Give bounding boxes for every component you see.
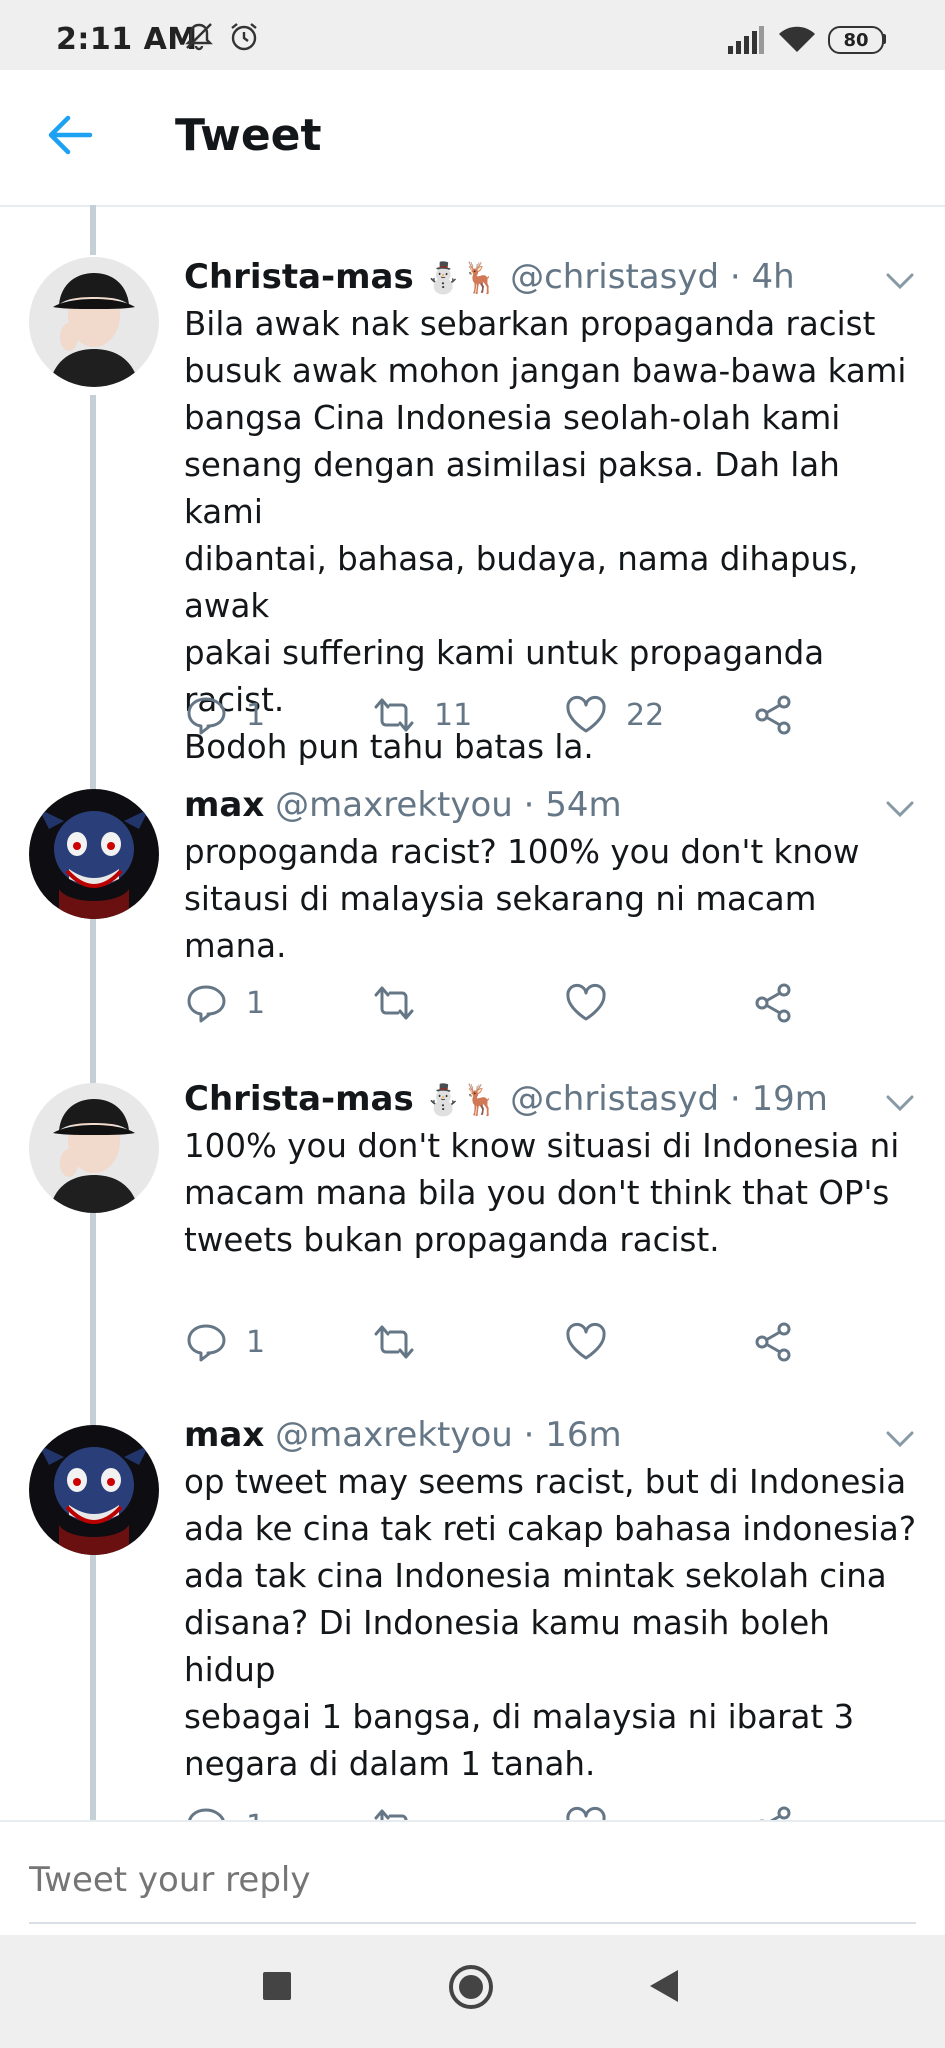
- silent-mode-icon: [185, 23, 213, 51]
- share-icon: [755, 1322, 791, 1362]
- retweet-icon: [374, 986, 414, 1020]
- system-nav-bar: [0, 1935, 945, 2048]
- reply-count: 1: [246, 697, 266, 733]
- name-emoji: ⛄🦌: [424, 1083, 500, 1118]
- display-name[interactable]: Christa-mas: [184, 1079, 414, 1119]
- heart-icon: [566, 695, 606, 733]
- like-button[interactable]: [564, 978, 608, 1028]
- reply-count: 1: [246, 985, 266, 1021]
- share-button[interactable]: [752, 690, 796, 740]
- heart-icon: [566, 983, 606, 1021]
- signal-icon: [728, 26, 764, 54]
- tweet-actions: 1 11 22: [184, 690, 824, 740]
- tweet-text: propoganda racist? 100% you don't know s…: [184, 833, 860, 965]
- tweet-actions: 1: [184, 1317, 824, 1367]
- tweet[interactable]: max @maxrektyou · 54m propoganda racist?…: [0, 785, 945, 1035]
- reply-input-underline: [29, 1922, 916, 1924]
- wifi-icon: [779, 26, 815, 52]
- like-count: 22: [626, 697, 665, 733]
- tweet[interactable]: max @maxrektyou · 16m op tweet may seems…: [0, 1415, 945, 1820]
- heart-icon: [566, 1322, 606, 1360]
- retweet-count: 11: [434, 697, 473, 733]
- tweet-header: max @maxrektyou · 16m: [184, 1415, 622, 1455]
- reply-button[interactable]: 1: [184, 1801, 265, 1820]
- tweet-timestamp: 16m: [545, 1415, 622, 1455]
- avatar[interactable]: [29, 1083, 159, 1213]
- display-name[interactable]: max: [184, 785, 264, 825]
- reply-icon: [187, 697, 226, 735]
- chevron-down-icon[interactable]: [885, 1093, 915, 1113]
- tweet-text: op tweet may seems racist, but di Indone…: [184, 1463, 917, 1783]
- status-bar: 2:11 AM 80: [0, 0, 945, 70]
- reply-button[interactable]: 1: [184, 1317, 265, 1367]
- share-button[interactable]: [752, 978, 796, 1028]
- avatar[interactable]: [29, 789, 159, 919]
- share-icon: [759, 1806, 791, 1820]
- reply-composer: [0, 1820, 945, 1937]
- tweet-header: Christa-mas ⛄🦌 @christasyd · 19m: [184, 1079, 828, 1119]
- reply-input[interactable]: [29, 1860, 909, 1900]
- chevron-down-icon[interactable]: [885, 799, 915, 819]
- chevron-down-icon[interactable]: [885, 1429, 915, 1449]
- recents-square-icon[interactable]: [262, 1971, 292, 2001]
- avatar[interactable]: [29, 257, 159, 387]
- chevron-down-icon[interactable]: [885, 271, 915, 291]
- reply-icon: [187, 1324, 226, 1362]
- user-handle[interactable]: @maxrektyou: [275, 785, 513, 825]
- battery-level: 80: [843, 29, 869, 51]
- like-button[interactable]: 22: [564, 690, 664, 740]
- tweet[interactable]: Christa-mas ⛄🦌 @christasyd · 19m 100% yo…: [0, 1079, 945, 1379]
- share-icon: [755, 695, 791, 735]
- tweet[interactable]: Christa-mas ⛄🦌 @christasyd · 4h Bila awa…: [0, 257, 945, 766]
- tweet-header: Christa-mas ⛄🦌 @christasyd · 4h: [184, 257, 795, 297]
- retweet-icon: [374, 1325, 414, 1359]
- like-button[interactable]: [564, 1801, 608, 1820]
- reply-button[interactable]: 1: [184, 978, 265, 1028]
- like-button[interactable]: [564, 1317, 608, 1367]
- separator-dot: ·: [523, 785, 535, 825]
- separator-dot: ·: [729, 257, 741, 297]
- top-app-bar: Tweet: [0, 70, 945, 207]
- display-name[interactable]: max: [184, 1415, 264, 1455]
- battery-icon: 80: [828, 26, 886, 54]
- retweet-button[interactable]: [372, 1801, 416, 1820]
- reply-count: 1: [246, 1809, 265, 1821]
- tweet-actions: 1: [184, 1801, 824, 1820]
- retweet-icon: [374, 698, 414, 732]
- reply-count: 1: [246, 1324, 266, 1360]
- reply-icon: [188, 1808, 225, 1820]
- user-handle[interactable]: @christasyd: [510, 257, 719, 297]
- reply-button[interactable]: 1: [184, 690, 265, 740]
- share-icon: [755, 983, 791, 1023]
- separator-dot: ·: [729, 1079, 741, 1119]
- arrow-left-icon[interactable]: [44, 110, 94, 160]
- tweet-text: 100% you don't know situasi di Indonesia…: [184, 1127, 900, 1259]
- tweet-header: max @maxrektyou · 54m: [184, 785, 622, 825]
- tweet-actions: 1: [184, 978, 824, 1028]
- home-circle-icon[interactable]: [448, 1964, 494, 2010]
- user-handle[interactable]: @christasyd: [510, 1079, 719, 1119]
- back-triangle-icon[interactable]: [648, 1968, 680, 2004]
- avatar[interactable]: [29, 1425, 159, 1555]
- separator-dot: ·: [523, 1415, 535, 1455]
- retweet-button[interactable]: 11: [372, 690, 472, 740]
- retweet-icon: [374, 1809, 408, 1820]
- tweet-timestamp: 19m: [751, 1079, 828, 1119]
- page-title: Tweet: [175, 110, 322, 161]
- display-name[interactable]: Christa-mas: [184, 257, 414, 297]
- tweet-thread[interactable]: Christa-mas ⛄🦌 @christasyd · 4h Bila awa…: [0, 205, 945, 1820]
- user-handle[interactable]: @maxrektyou: [275, 1415, 513, 1455]
- tweet-timestamp: 54m: [545, 785, 622, 825]
- retweet-button[interactable]: [372, 978, 416, 1028]
- reply-icon: [187, 985, 226, 1023]
- status-time: 2:11 AM: [56, 22, 198, 57]
- share-button[interactable]: [752, 1801, 796, 1820]
- thread-connector: [90, 205, 96, 255]
- heart-icon: [566, 1806, 606, 1820]
- tweet-timestamp: 4h: [751, 257, 795, 297]
- alarm-icon: [231, 23, 257, 51]
- retweet-button[interactable]: [372, 1317, 416, 1367]
- name-emoji: ⛄🦌: [424, 261, 500, 296]
- share-button[interactable]: [752, 1317, 796, 1367]
